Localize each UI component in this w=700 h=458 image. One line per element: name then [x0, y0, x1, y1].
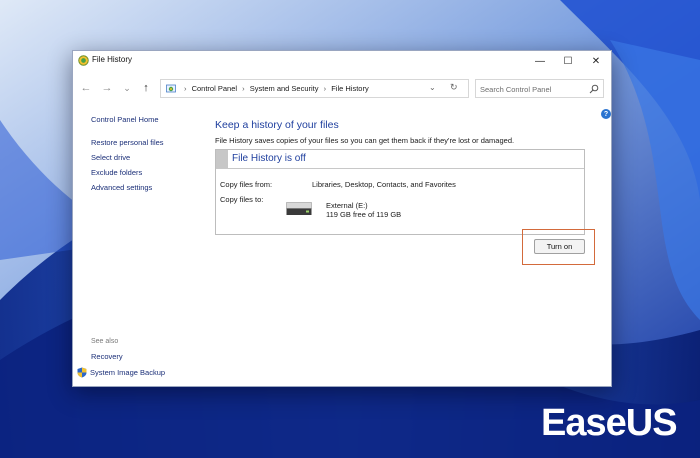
turn-on-button[interactable]: Turn on: [534, 239, 585, 254]
search-box: [475, 79, 604, 98]
page-title: Keep a history of your files: [215, 119, 339, 131]
up-arrow-icon: ↑: [143, 82, 149, 94]
external-drive-icon: [286, 202, 312, 215]
file-history-app-icon: [78, 55, 89, 66]
see-also-system-image-backup[interactable]: System Image Backup: [77, 367, 165, 378]
breadcrumb-separator: ›: [184, 84, 187, 93]
help-icon[interactable]: ?: [601, 109, 611, 119]
sidebar-item-restore-personal-files[interactable]: Restore personal files: [91, 138, 164, 153]
up-button[interactable]: ↑: [139, 80, 153, 96]
shield-icon: [77, 367, 87, 378]
breadcrumb-separator: ›: [242, 84, 245, 93]
address-dropdown-icon[interactable]: ⌄: [429, 83, 436, 92]
close-icon: ✕: [591, 55, 601, 67]
refresh-icon[interactable]: ↻: [450, 82, 458, 93]
breadcrumb-control-panel[interactable]: Control Panel: [192, 84, 237, 93]
search-icon[interactable]: [589, 84, 599, 94]
breadcrumb-separator: ›: [323, 84, 327, 93]
breadcrumb[interactable]: › Control Panel › System and Security › …: [160, 79, 469, 98]
status-title: File History is off: [232, 153, 306, 164]
copy-from-value: Libraries, Desktop, Contacts, and Favori…: [312, 180, 456, 189]
sidebar-item-exclude-folders[interactable]: Exclude folders: [91, 168, 164, 183]
file-history-window: File History — ☐ ✕ ← → ⌄ ↑ › Control Pan…: [72, 50, 612, 387]
back-button[interactable]: ←: [79, 80, 93, 96]
control-panel-icon: [166, 84, 176, 93]
breadcrumb-system-and-security[interactable]: System and Security: [250, 84, 319, 93]
easeus-logo: EaseUS: [541, 402, 678, 444]
address-bar: ← → ⌄ ↑ › Control Panel › System and Sec…: [73, 73, 611, 105]
minimize-button[interactable]: —: [526, 51, 554, 71]
chevron-down-icon: ⌄: [123, 82, 131, 93]
back-arrow-icon: ←: [80, 82, 92, 94]
file-history-status-panel: File History is off Copy files from: Lib…: [215, 149, 585, 235]
search-input[interactable]: [480, 83, 580, 95]
see-also-heading: See also: [91, 338, 119, 345]
breadcrumb-file-history[interactable]: File History: [331, 84, 369, 93]
copy-to-label: Copy files to:: [220, 195, 264, 204]
window-title: File History: [92, 55, 133, 64]
watermark-text: EaseUS: [541, 402, 678, 444]
maximize-button[interactable]: ☐: [554, 51, 582, 71]
page-description: File History saves copies of your files …: [215, 136, 515, 145]
sidebar-item-advanced-settings[interactable]: Advanced settings: [91, 183, 164, 198]
see-also-recovery-link[interactable]: Recovery: [91, 352, 123, 361]
sidebar-links: Restore personal files Select drive Excl…: [91, 138, 164, 198]
drive-name: External (E:): [326, 201, 368, 210]
forward-arrow-icon: →: [101, 82, 113, 94]
sidebar-item-control-panel-home[interactable]: Control Panel Home: [91, 115, 159, 124]
title-bar: File History — ☐ ✕: [73, 51, 611, 71]
system-image-backup-label: System Image Backup: [90, 368, 166, 377]
forward-button[interactable]: →: [100, 80, 114, 96]
close-button[interactable]: ✕: [582, 51, 610, 71]
maximize-icon: ☐: [563, 55, 573, 67]
recent-locations-button[interactable]: ⌄: [120, 80, 134, 96]
status-header: File History is off: [216, 150, 584, 169]
minimize-icon: —: [535, 55, 545, 67]
sidebar-item-select-drive[interactable]: Select drive: [91, 153, 164, 168]
status-marker: [216, 150, 228, 168]
drive-free-space: 119 GB free of 119 GB: [326, 210, 402, 219]
copy-from-label: Copy files from:: [220, 180, 273, 189]
